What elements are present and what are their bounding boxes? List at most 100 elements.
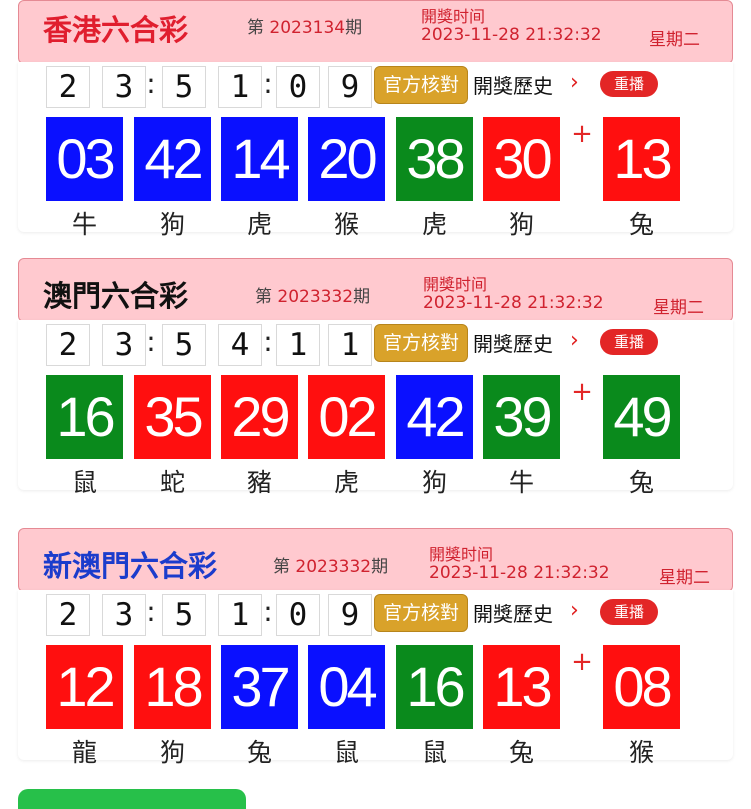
plus-icon: +: [571, 377, 593, 407]
number-ball: 37: [221, 645, 298, 729]
special-number-ball: 13: [603, 117, 680, 201]
number-ball: 13: [483, 645, 560, 729]
open-time-value: 2023-11-28 21:32:32: [423, 293, 604, 313]
chevron-right-icon[interactable]: ›: [570, 328, 579, 354]
weekday: 星期二: [659, 568, 710, 588]
countdown-digit: 0: [276, 594, 320, 636]
countdown-digit: 1: [276, 324, 320, 366]
number-ball: 14: [221, 117, 298, 201]
countdown-colon: :: [263, 595, 273, 628]
replay-button[interactable]: 重播: [600, 71, 658, 97]
number-ball: 29: [221, 375, 298, 459]
panel-header: 香港六合彩 第 2023134期 開獎时间 2023-11-28 21:32:32 星期…: [18, 0, 733, 64]
plus-icon: +: [571, 119, 593, 149]
lottery-panel: 新澳門六合彩 第 2023332期 開獎时间 2023-11-28 21:32:32 星…: [18, 528, 733, 773]
lottery-panel: 香港六合彩 第 2023134期 開獎时间 2023-11-28 21:32:32 星期…: [18, 0, 733, 245]
countdown-digit: 1: [328, 324, 372, 366]
zodiac-label: 豬: [246, 468, 272, 497]
number-ball: 04: [308, 645, 385, 729]
countdown-digit: 2: [46, 324, 90, 366]
countdown-digit: 1: [218, 594, 262, 636]
chevron-right-icon[interactable]: ›: [570, 70, 579, 96]
number-ball: 39: [483, 375, 560, 459]
zodiac-label: 兔: [508, 738, 534, 767]
countdown-digit: 5: [162, 594, 206, 636]
countdown-digit: 1: [218, 66, 262, 108]
plus-icon: +: [571, 647, 593, 677]
issue-suffix: 期: [353, 287, 371, 307]
issue-suffix: 期: [371, 557, 389, 577]
zodiac-label: 狗: [421, 468, 447, 497]
chevron-right-icon[interactable]: ›: [570, 598, 579, 624]
zodiac-label: 虎: [246, 210, 272, 239]
lottery-title[interactable]: 香港六合彩: [43, 7, 188, 49]
open-time-label: 開獎时间: [421, 7, 486, 26]
special-number-ball: 08: [603, 645, 680, 729]
panel-header: 澳門六合彩 第 2023332期 開獎时间 2023-11-28 21:32:32 星期…: [18, 258, 733, 322]
number-ball: 42: [134, 117, 211, 201]
zodiac-label: 猴: [333, 210, 359, 239]
official-verify-button[interactable]: 官方核對: [374, 324, 468, 362]
draw-history-link[interactable]: 開獎歷史: [473, 598, 553, 627]
issue-prefix: 第: [273, 557, 290, 577]
issue-suffix: 期: [345, 18, 363, 38]
official-verify-button[interactable]: 官方核對: [374, 594, 468, 632]
zodiac-label: 虎: [421, 210, 447, 239]
countdown-digit: 9: [328, 594, 372, 636]
zodiac-label: 蛇: [159, 468, 185, 497]
number-ball: 16: [46, 375, 123, 459]
countdown-digit: 2: [46, 66, 90, 108]
bottom-action-bar[interactable]: [18, 789, 246, 809]
number-ball: 16: [396, 645, 473, 729]
weekday: 星期二: [653, 298, 704, 318]
countdown-colon: :: [263, 325, 273, 358]
lottery-title[interactable]: 澳門六合彩: [43, 273, 188, 315]
replay-button[interactable]: 重播: [600, 599, 658, 625]
draw-history-link[interactable]: 開獎歷史: [473, 328, 553, 357]
number-ball: 38: [396, 117, 473, 201]
countdown-digit: 0: [276, 66, 320, 108]
weekday: 星期二: [649, 30, 700, 50]
countdown-digit: 9: [328, 66, 372, 108]
countdown-digit: 5: [162, 324, 206, 366]
special-zodiac-label: 猴: [628, 738, 654, 767]
zodiac-label: 狗: [159, 210, 185, 239]
zodiac-label: 兔: [246, 738, 272, 767]
lottery-panel: 澳門六合彩 第 2023332期 開獎时间 2023-11-28 21:32:32 星期…: [18, 258, 733, 503]
panel-body: 2 3 5 1 0 9:: 官方核對 開獎歷史 › 重播 03 牛 42 狗 14 虎 20 猴 38 虎 30 狗 +13…: [18, 62, 733, 239]
number-ball: 02: [308, 375, 385, 459]
open-time-value: 2023-11-28 21:32:32: [429, 563, 610, 583]
issue-value: 2023134: [269, 18, 346, 38]
special-number-ball: 49: [603, 375, 680, 459]
issue-value: 2023332: [295, 557, 372, 577]
issue-value: 2023332: [277, 287, 354, 307]
countdown-digit: 3: [102, 594, 146, 636]
number-ball: 30: [483, 117, 560, 201]
lottery-title[interactable]: 新澳門六合彩: [43, 543, 217, 585]
replay-button[interactable]: 重播: [600, 329, 658, 355]
special-zodiac-label: 兔: [628, 210, 654, 239]
countdown-digit: 3: [102, 66, 146, 108]
issue-prefix: 第: [247, 18, 264, 38]
number-ball: 42: [396, 375, 473, 459]
countdown-digit: 2: [46, 594, 90, 636]
draw-history-link[interactable]: 開獎歷史: [473, 70, 553, 99]
open-time-value: 2023-11-28 21:32:32: [421, 25, 602, 45]
zodiac-label: 鼠: [421, 738, 447, 767]
special-zodiac-label: 兔: [628, 468, 654, 497]
countdown-colon: :: [146, 325, 156, 358]
countdown-digit: 5: [162, 66, 206, 108]
countdown-colon: :: [146, 67, 156, 100]
number-ball: 03: [46, 117, 123, 201]
open-time-label: 開獎时间: [423, 275, 488, 294]
countdown-colon: :: [263, 67, 273, 100]
number-ball: 35: [134, 375, 211, 459]
zodiac-label: 牛: [508, 468, 534, 497]
zodiac-label: 鼠: [333, 738, 359, 767]
official-verify-button[interactable]: 官方核對: [374, 66, 468, 104]
zodiac-label: 狗: [159, 738, 185, 767]
countdown-digit: 3: [102, 324, 146, 366]
number-ball: 18: [134, 645, 211, 729]
issue-number: 第 2023332期: [255, 282, 370, 307]
zodiac-label: 鼠: [71, 468, 97, 497]
